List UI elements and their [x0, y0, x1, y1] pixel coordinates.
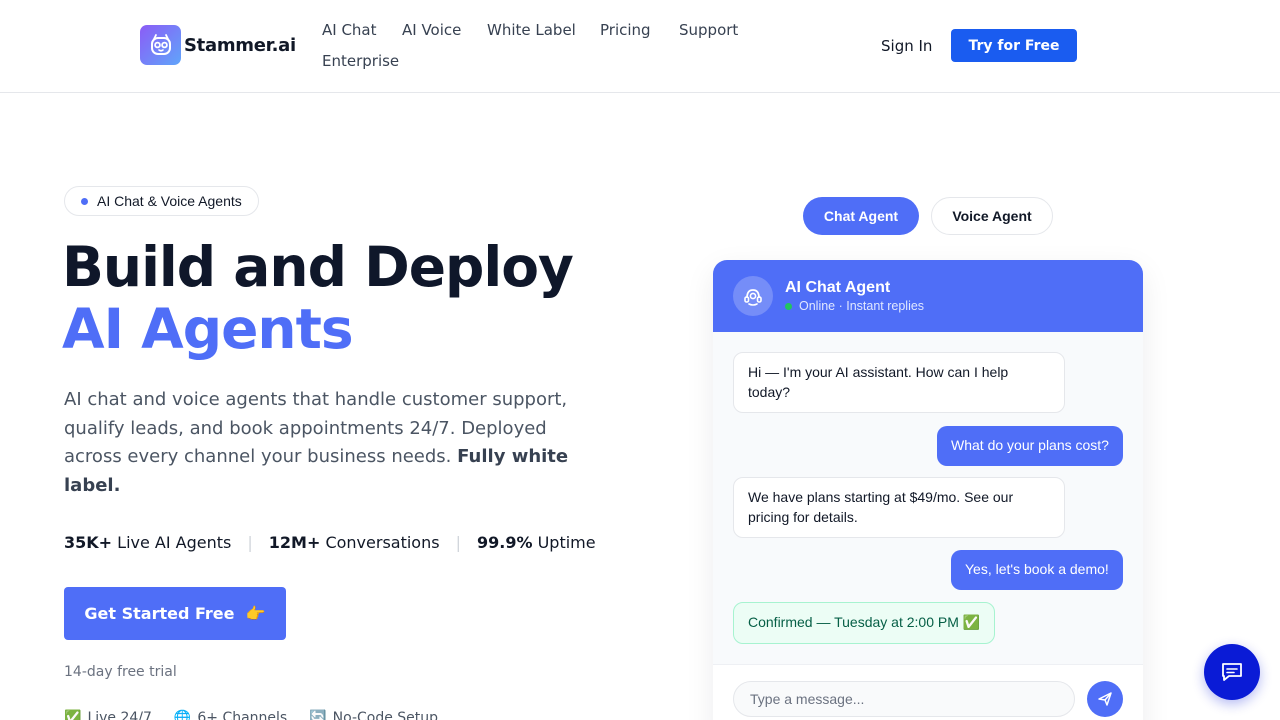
globe-icon: 🌐: [173, 710, 192, 720]
try-for-free-button[interactable]: Try for Free: [951, 29, 1077, 62]
feature-list: ✅ Live 24/7 🌐 6+ Channels 🔄 No-Code Setu…: [64, 710, 460, 720]
stat-value: 35K+: [64, 533, 113, 552]
online-indicator-icon: [785, 302, 792, 310]
stat-divider: |: [247, 533, 253, 552]
chat-composer: [713, 664, 1143, 720]
hero-stats: 35K+ Live AI Agents | 12M+ Conversations…: [64, 533, 596, 552]
agent-status-text: Online · Instant replies: [799, 299, 925, 313]
send-icon: [1098, 692, 1112, 706]
agent-name: AI Chat Agent: [785, 279, 891, 296]
user-message: What do your plans cost?: [937, 426, 1123, 466]
nav-white-label[interactable]: White Label: [487, 21, 576, 39]
feature-label: No-Code Setup: [332, 710, 439, 720]
feature-item: ✅ Live 24/7: [64, 710, 152, 720]
check-icon: ✅: [64, 710, 82, 720]
sign-in-link[interactable]: Sign In: [881, 37, 932, 55]
badge-label: AI Chat & Voice Agents: [97, 193, 242, 209]
nav-enterprise[interactable]: Enterprise: [322, 52, 399, 70]
chat-bubble-icon: [1222, 663, 1242, 681]
nav-ai-chat[interactable]: AI Chat: [322, 21, 377, 39]
site-header: Stammer.ai AI Chat AI Voice White Label …: [0, 0, 1280, 93]
chat-header: AI Chat Agent Online · Instant replies: [713, 260, 1143, 332]
send-button[interactable]: [1087, 681, 1123, 717]
logo-owl-icon: [140, 25, 181, 65]
message-input[interactable]: [733, 681, 1075, 717]
open-chat-button[interactable]: [1204, 644, 1260, 700]
stat-label: Conversations: [325, 533, 440, 552]
nav-ai-voice[interactable]: AI Voice: [402, 21, 461, 39]
hero-title-accent: AI Agents: [62, 297, 354, 361]
stat-value: 12M+: [268, 533, 321, 552]
cta-label: Get Started Free: [84, 604, 235, 623]
logo[interactable]: Stammer.ai: [140, 25, 296, 65]
badge-dot-icon: [81, 197, 88, 205]
bot-avatar-icon: [733, 276, 773, 316]
bot-message: We have plans starting at $49/mo. See ou…: [733, 477, 1065, 538]
nav-support[interactable]: Support: [679, 21, 738, 39]
stat-divider: |: [455, 533, 461, 552]
hero-title: Build and Deploy: [62, 235, 574, 299]
feature-item: 🔄 No-Code Setup: [309, 710, 438, 720]
feature-label: Live 24/7: [87, 710, 152, 720]
pointing-hand-icon: 👉: [245, 604, 266, 623]
get-started-button[interactable]: Get Started Free 👉: [64, 587, 286, 640]
nav-pricing[interactable]: Pricing: [600, 21, 651, 39]
stat-label: Uptime: [537, 533, 596, 552]
trial-note: 14-day free trial: [64, 664, 177, 680]
logo-text: Stammer.ai: [184, 34, 296, 56]
confirmation-message: Confirmed — Tuesday at 2:00 PM ✅: [733, 602, 996, 644]
stat-value: 99.9%: [476, 533, 533, 552]
feature-item: 🌐 6+ Channels: [174, 710, 287, 720]
tab-voice-agent[interactable]: Voice Agent: [931, 197, 1053, 235]
bot-message: Hi — I'm your AI assistant. How can I he…: [733, 352, 1065, 413]
tab-chat-agent[interactable]: Chat Agent: [803, 197, 919, 235]
hero-badge: AI Chat & Voice Agents: [64, 186, 259, 216]
chat-widget-demo: AI Chat Agent Online · Instant replies H…: [713, 260, 1143, 720]
hero-description: AI chat and voice agents that handle cus…: [64, 386, 584, 500]
refresh-icon: 🔄: [309, 710, 327, 720]
stat-label: Live AI Agents: [117, 533, 232, 552]
user-message: Yes, let's book a demo!: [951, 550, 1123, 590]
feature-label: 6+ Channels: [197, 710, 288, 720]
agent-status: Online · Instant replies: [785, 299, 924, 313]
